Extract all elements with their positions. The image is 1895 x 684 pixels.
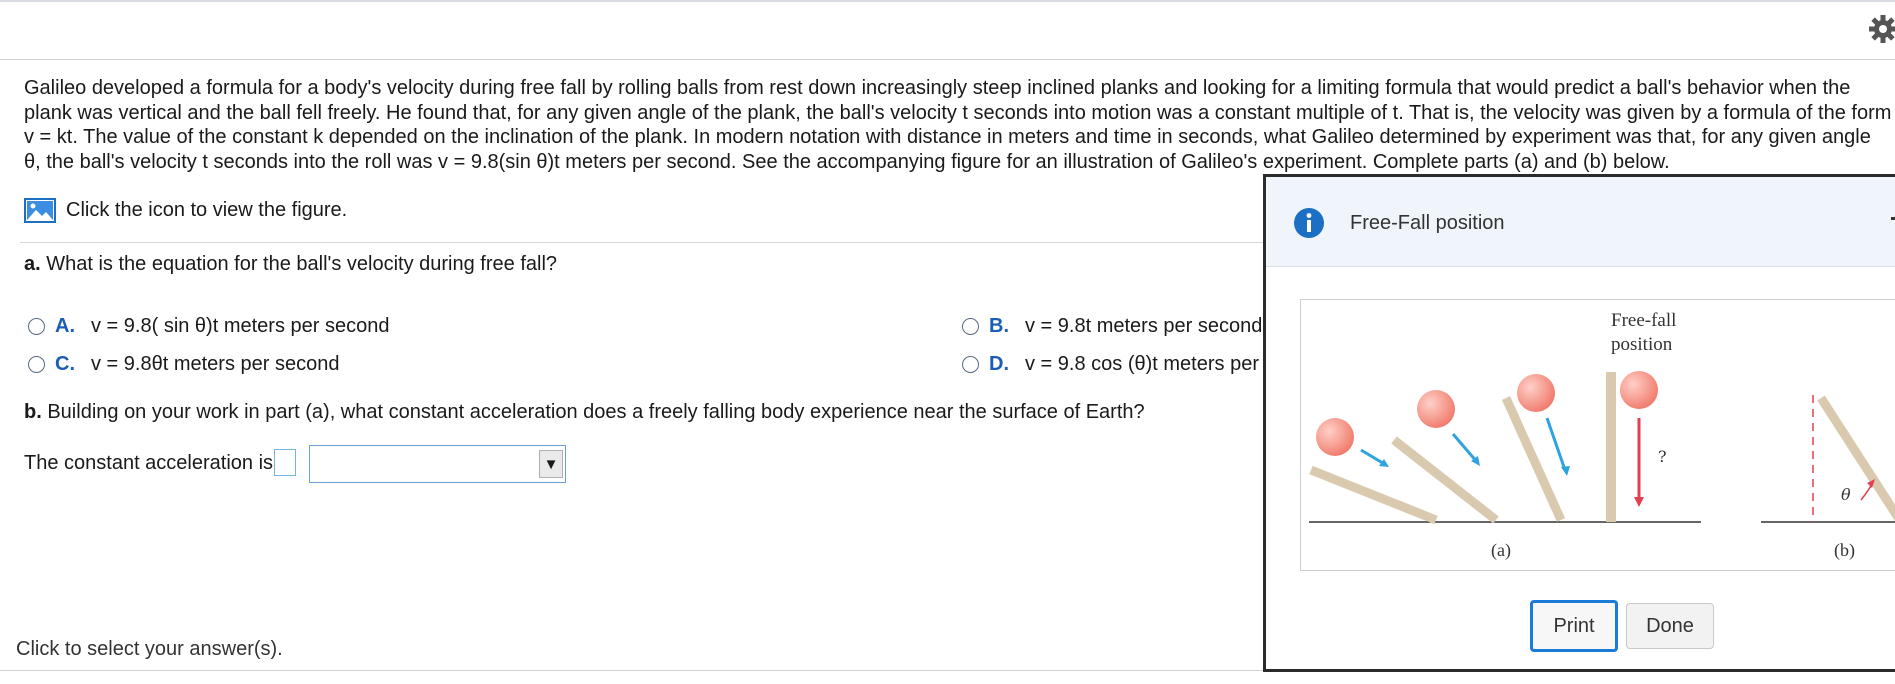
plank-vertical (1606, 372, 1616, 522)
unit-dropdown[interactable]: ▼ (309, 445, 566, 483)
plank-1 (1309, 465, 1438, 525)
option-c-letter: C. (55, 353, 75, 375)
problem-statement: Galileo developed a formula for a body's… (24, 77, 1892, 173)
acceleration-input[interactable] (274, 449, 296, 476)
theta-label: θ (1841, 485, 1851, 504)
view-figure-label[interactable]: Click the icon to view the figure. (66, 199, 347, 222)
arrow-3 (1545, 417, 1567, 471)
unknown-velocity-label: ? (1658, 447, 1667, 466)
part-b-question: b. Building on your work in part (a), wh… (24, 401, 1145, 424)
option-d-letter: D. (989, 353, 1009, 375)
part-a-prefix: a. (24, 253, 41, 275)
option-a-text: v = 9.8( sin θ)t meters per second (91, 315, 390, 337)
option-b-letter: B. (989, 315, 1009, 337)
option-b-text: v = 9.8t meters per second (1025, 315, 1263, 337)
option-b[interactable]: B. v = 9.8t meters per second (962, 315, 1262, 338)
ball-1 (1316, 418, 1354, 456)
part-a-text: What is the equation for the ball's velo… (46, 253, 558, 275)
footer-hint: Click to select your answer(s). (16, 638, 283, 660)
radio-option-c[interactable] (28, 356, 45, 373)
ball-3 (1517, 374, 1555, 412)
option-a[interactable]: A. v = 9.8( sin θ)t meters per second (28, 315, 389, 338)
arrow-2 (1451, 433, 1479, 463)
plank-b (1817, 395, 1895, 522)
done-button[interactable]: Done (1626, 603, 1714, 649)
option-c[interactable]: C. v = 9.8θt meters per second (28, 353, 339, 376)
dialog-header: Free-Fall position (1266, 177, 1895, 267)
part-a-question: a. What is the equation for the ball's v… (24, 253, 557, 276)
footer-divider (0, 670, 1266, 671)
option-d[interactable]: D. v = 9.8 cos (θ)t meters per s (962, 353, 1275, 376)
dialog-title: Free-Fall position (1350, 212, 1505, 234)
arrow-freefall-head (1634, 497, 1644, 507)
plank-3 (1501, 396, 1566, 522)
ball-4 (1620, 371, 1658, 409)
ball-2 (1417, 390, 1455, 428)
settings-gear-icon[interactable] (1868, 14, 1895, 44)
part-b-text: Building on your work in part (a), what … (47, 401, 1145, 423)
header-divider (0, 59, 1895, 60)
freefall-label-line2: position (1611, 334, 1673, 355)
radio-option-d[interactable] (962, 356, 979, 373)
option-a-letter: A. (55, 315, 75, 337)
section-divider (20, 242, 1270, 243)
image-icon[interactable] (24, 198, 56, 223)
radio-option-b[interactable] (962, 318, 979, 335)
option-d-text: v = 9.8 cos (θ)t meters per s (1025, 353, 1275, 375)
info-icon (1294, 208, 1324, 238)
figure-label-b: (b) (1834, 540, 1855, 561)
top-border (0, 0, 1895, 2)
option-c-text: v = 9.8θt meters per second (91, 353, 340, 375)
part-b-prefix: b. (24, 401, 42, 423)
radio-option-a[interactable] (28, 318, 45, 335)
free-fall-figure: ? Free-fall position (a) θ (b) (1300, 299, 1895, 571)
arrow-3-head (1561, 466, 1570, 476)
minimize-icon[interactable] (1891, 217, 1895, 220)
figure-drawing: ? Free-fall position (a) θ (b) (1309, 310, 1895, 561)
print-button[interactable]: Print (1530, 600, 1618, 652)
figure-label-a: (a) (1491, 540, 1511, 561)
dropdown-arrow-icon[interactable]: ▼ (539, 450, 563, 478)
acceleration-label: The constant acceleration is (24, 452, 274, 474)
figure-dialog: Free-Fall position ? Free-fall position … (1263, 174, 1895, 672)
freefall-label-line1: Free-fall (1611, 310, 1676, 331)
view-figure-link[interactable]: Click the icon to view the figure. (24, 198, 347, 223)
